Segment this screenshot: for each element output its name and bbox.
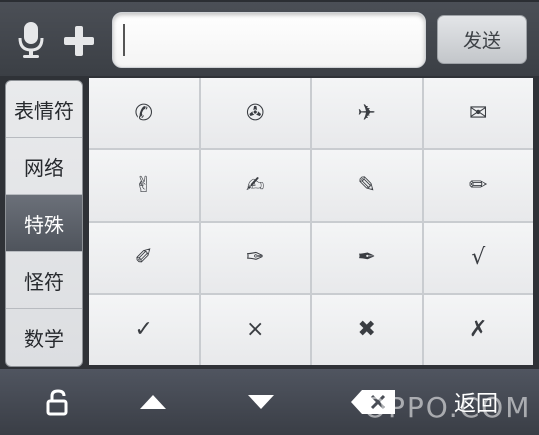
symbol-key[interactable]: ✗	[423, 294, 533, 365]
category-list: 表情符 网络 特殊 怪符 数学	[5, 80, 83, 367]
input-bar: 发送	[0, 0, 539, 76]
symbol-key[interactable]: ✖	[312, 294, 422, 365]
arrow-up-button[interactable]	[124, 369, 182, 435]
category-weird[interactable]: 怪符	[6, 252, 82, 309]
symbol-grid: ✆ ✇ ✈ ✉ ✌ ✍ ✎ ✏ ✐ ✑ ✒ √ ✓ × ✖ ✗	[89, 78, 533, 365]
oppo-watermark: OPPO.COM	[364, 391, 532, 424]
symbol-key[interactable]: ✒	[312, 222, 422, 293]
symbol-key[interactable]: ✓	[89, 294, 199, 365]
symbol-key[interactable]: ✑	[200, 222, 310, 293]
symbol-key[interactable]: ✇	[200, 78, 310, 149]
symbol-key[interactable]: ✆	[89, 78, 199, 149]
text-caret	[123, 24, 125, 56]
send-button[interactable]: 发送	[437, 15, 527, 64]
symbol-key[interactable]: ✐	[89, 222, 199, 293]
plus-icon[interactable]	[62, 24, 96, 58]
microphone-icon[interactable]	[16, 20, 46, 60]
symbol-key[interactable]: ✍	[200, 150, 310, 221]
arrow-up-icon	[140, 395, 166, 409]
category-emoticon[interactable]: 表情符	[6, 81, 82, 138]
symbol-key[interactable]: ✌	[89, 150, 199, 221]
message-input[interactable]	[112, 12, 426, 68]
category-network[interactable]: 网络	[6, 138, 82, 195]
arrow-down-icon	[248, 395, 274, 409]
symbol-key[interactable]: ✏	[423, 150, 533, 221]
symbol-key[interactable]: ✈	[312, 78, 422, 149]
unlock-button[interactable]	[30, 369, 86, 435]
arrow-down-button[interactable]	[232, 369, 290, 435]
category-special[interactable]: 特殊	[6, 195, 82, 252]
unlock-icon	[46, 389, 68, 416]
symbol-key[interactable]: ×	[200, 294, 310, 365]
symbol-key[interactable]: √	[423, 222, 533, 293]
symbol-key[interactable]: ✉	[423, 78, 533, 149]
bottom-nav-bar: 返回 OPPO.COM	[0, 369, 539, 435]
symbol-keyboard-panel: 表情符 网络 特殊 怪符 数学 ✆ ✇ ✈ ✉ ✌ ✍ ✎ ✏ ✐ ✑ ✒ √ …	[0, 76, 539, 369]
category-math[interactable]: 数学	[6, 309, 82, 366]
symbol-key[interactable]: ✎	[312, 150, 422, 221]
